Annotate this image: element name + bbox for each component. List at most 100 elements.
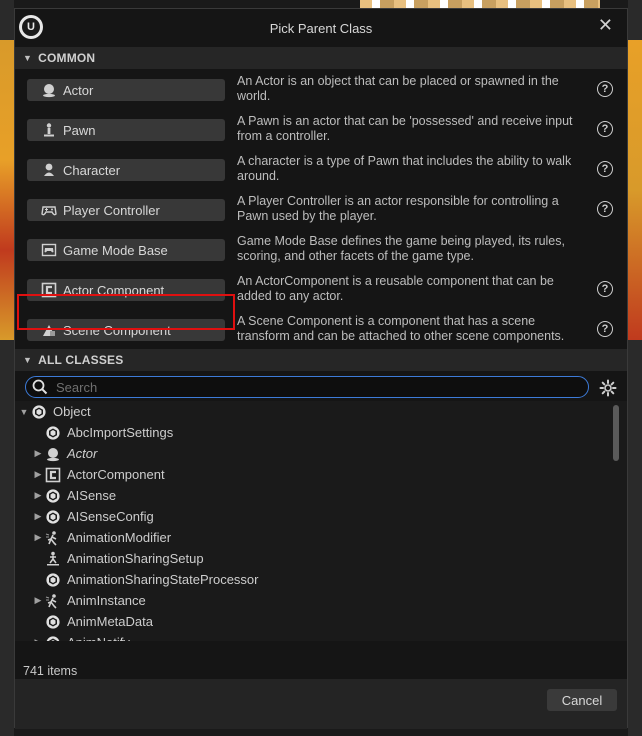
tree-item-label: AnimationModifier — [67, 530, 172, 545]
common-class-row: Actor Component An ActorComponent is a re… — [15, 269, 627, 309]
tree-item-label: AnimNotify — [67, 635, 130, 641]
common-class-row: Pawn A Pawn is an actor that can be 'poss… — [15, 109, 627, 149]
tree-row[interactable]: ▼ Object — [15, 401, 611, 422]
expand-arrow-icon[interactable]: ▶ — [33, 595, 43, 606]
expand-arrow-icon[interactable]: ▶ — [33, 532, 43, 543]
pawn-button[interactable]: Pawn — [27, 119, 225, 141]
tree-item-label: AnimationSharingSetup — [67, 551, 204, 566]
tree-item-label: AnimInstance — [67, 593, 146, 608]
tree-item-label: AbcImportSettings — [67, 425, 174, 440]
collapse-triangle-icon: ▼ — [23, 53, 33, 63]
tree-row[interactable]: AbcImportSettings — [15, 422, 611, 443]
expand-arrow-icon[interactable]: ▶ — [33, 448, 43, 459]
gear-icon[interactable] — [599, 379, 617, 397]
class-button-label: Player Controller — [63, 202, 160, 218]
help-icon[interactable]: ? — [597, 321, 613, 337]
collapse-triangle-icon: ▼ — [23, 355, 33, 365]
search-box[interactable] — [25, 376, 589, 398]
tree-row[interactable]: AnimationSharingStateProcessor — [15, 569, 611, 590]
object-icon — [45, 572, 61, 588]
common-classes-list: Actor An Actor is an object that can be p… — [15, 69, 627, 349]
all-classes-panel: ▼ Object AbcImportSettings ▶ Actor ▶ ActorComp… — [15, 371, 627, 641]
tree-item-label: AISense — [67, 488, 117, 503]
search-icon — [32, 379, 48, 395]
anim-icon — [45, 530, 61, 546]
class-description: An Actor is an object that can be placed… — [237, 74, 559, 103]
class-description: A Pawn is an actor that can be 'possesse… — [237, 114, 573, 143]
tree-row[interactable]: ▶ AISenseConfig — [15, 506, 611, 527]
class-button-label: Scene Component — [63, 322, 171, 338]
common-class-row: Scene Component A Scene Component is a co… — [15, 309, 627, 349]
class-description: A Scene Component is a component that ha… — [237, 314, 565, 343]
tree-row[interactable]: ▶ AnimNotify — [15, 632, 611, 641]
background-art-right — [628, 40, 642, 340]
expand-arrow-icon[interactable]: ▶ — [33, 469, 43, 480]
character-icon — [41, 162, 57, 178]
gamepad-icon — [41, 202, 57, 218]
player-controller-button[interactable]: Player Controller — [27, 199, 225, 221]
help-icon[interactable]: ? — [597, 121, 613, 137]
actor-component-button[interactable]: Actor Component — [27, 279, 225, 301]
common-header-label: COMMON — [38, 51, 96, 65]
dialog-footer: Cancel — [15, 679, 627, 729]
help-icon[interactable]: ? — [597, 201, 613, 217]
class-button-label: Pawn — [63, 122, 96, 138]
character-button[interactable]: Character — [27, 159, 225, 181]
tree-item-label: ActorComponent — [67, 467, 165, 482]
class-button-label: Character — [63, 162, 121, 178]
common-class-row: Character A character is a type of Pawn t… — [15, 149, 627, 189]
scene-component-button[interactable]: Scene Component — [27, 319, 225, 341]
object-icon — [45, 635, 61, 641]
help-icon[interactable]: ? — [597, 161, 613, 177]
search-input[interactable] — [54, 378, 554, 396]
cancel-button[interactable]: Cancel — [547, 689, 617, 711]
scene-component-icon — [41, 322, 57, 338]
tree-scrollbar[interactable] — [613, 405, 619, 461]
tree-row[interactable]: ▶ ActorComponent — [15, 464, 611, 485]
expand-arrow-icon[interactable]: ▶ — [33, 637, 43, 641]
help-icon[interactable]: ? — [597, 281, 613, 297]
class-description: Game Mode Base defines the game being pl… — [237, 234, 565, 263]
help-icon[interactable]: ? — [597, 81, 613, 97]
tree-row[interactable]: ▶ Actor — [15, 443, 611, 464]
object-icon — [31, 404, 47, 420]
object-icon — [45, 488, 61, 504]
actor-button[interactable]: Actor — [27, 79, 225, 101]
background-art-left — [0, 40, 14, 340]
tree-row[interactable]: AnimationSharingSetup — [15, 548, 611, 569]
anim-icon — [45, 593, 61, 609]
pick-parent-class-dialog: U Pick Parent Class ✕ ▼ COMMON Actor An A… — [14, 8, 628, 729]
tree-row[interactable]: ▶ AnimInstance — [15, 590, 611, 611]
common-section-header[interactable]: ▼ COMMON — [15, 47, 627, 69]
tree-item-label: Object — [53, 404, 91, 419]
game-mode-base-button[interactable]: Game Mode Base — [27, 239, 225, 261]
expand-arrow-icon[interactable]: ▶ — [33, 490, 43, 501]
actor-component-icon — [45, 467, 61, 483]
common-class-row: Player Controller A Player Controller is … — [15, 189, 627, 229]
tree-item-label: AnimationSharingStateProcessor — [67, 572, 259, 587]
dialog-title: Pick Parent Class — [269, 21, 373, 36]
anim-share-icon — [45, 551, 61, 567]
class-description: An ActorComponent is a reusable componen… — [237, 274, 554, 303]
expand-arrow-icon[interactable]: ▶ — [33, 511, 43, 522]
close-icon[interactable]: ✕ — [598, 15, 613, 35]
tree-row[interactable]: ▶ AnimationModifier — [15, 527, 611, 548]
tree-row[interactable]: AnimMetaData — [15, 611, 611, 632]
actor-component-icon — [41, 282, 57, 298]
class-description: A character is a type of Pawn that inclu… — [237, 154, 572, 183]
class-button-label: Game Mode Base — [63, 242, 168, 258]
common-class-row: Game Mode Base Game Mode Base defines the… — [15, 229, 627, 269]
expand-arrow-icon[interactable]: ▼ — [19, 407, 29, 417]
common-class-row: Actor An Actor is an object that can be p… — [15, 69, 627, 109]
class-button-label: Actor — [63, 82, 94, 98]
item-count: 741 items — [23, 664, 78, 678]
class-tree: ▼ Object AbcImportSettings ▶ Actor ▶ ActorComp… — [15, 401, 627, 641]
game-mode-icon — [41, 242, 57, 258]
all-classes-section-header[interactable]: ▼ ALL CLASSES — [15, 349, 627, 371]
object-icon — [45, 425, 61, 441]
object-icon — [45, 509, 61, 525]
tree-row[interactable]: ▶ AISense — [15, 485, 611, 506]
class-description: A Player Controller is an actor responsi… — [237, 194, 559, 223]
object-icon — [45, 614, 61, 630]
pawn-icon — [41, 122, 57, 138]
